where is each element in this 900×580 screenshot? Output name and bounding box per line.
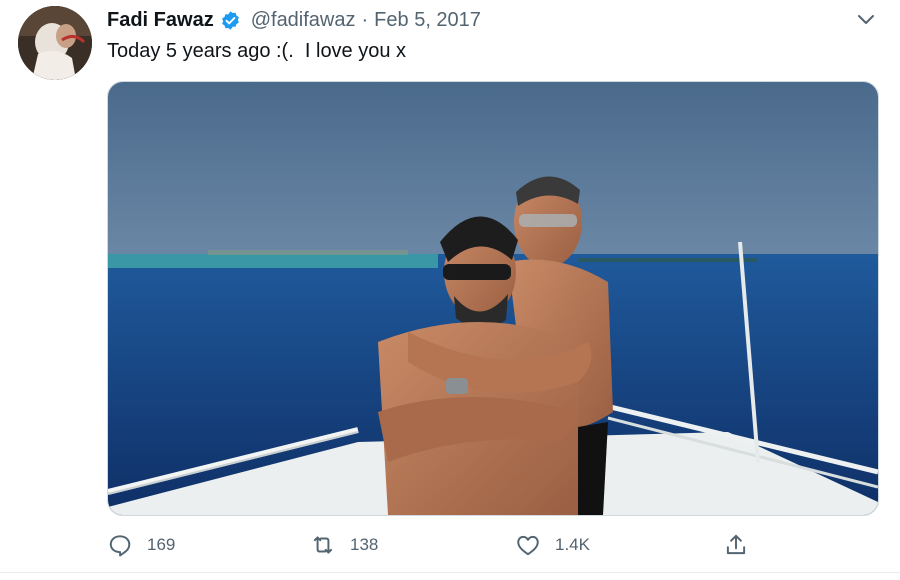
like-button[interactable]: 1.4K	[515, 528, 590, 562]
header-separator: ·	[361, 8, 369, 31]
tweet-actions: 169 138 1.4K	[107, 528, 877, 562]
retweet-button[interactable]: 138	[310, 528, 378, 562]
tweet-text: Today 5 years ago :(. I love you x	[107, 40, 407, 62]
avatar-photo	[18, 6, 92, 80]
reply-button[interactable]: 169	[107, 528, 175, 562]
author-name[interactable]: Fadi Fawaz	[107, 9, 214, 32]
tweet-header: Fadi Fawaz @fadifawaz · Feb 5, 2017	[107, 6, 481, 34]
share-icon	[726, 534, 746, 555]
tweet-timestamp[interactable]: Feb 5, 2017	[374, 9, 481, 32]
avatar[interactable]	[18, 6, 92, 80]
reply-icon	[109, 535, 131, 557]
heart-icon	[517, 535, 539, 556]
tweet-divider	[0, 572, 900, 573]
tweet-photo[interactable]	[107, 81, 879, 516]
chevron-down-icon[interactable]	[854, 9, 878, 31]
author-handle[interactable]: @fadifawaz	[251, 9, 356, 32]
retweet-icon	[313, 536, 333, 554]
photo-image	[108, 82, 878, 515]
share-button[interactable]	[723, 528, 749, 562]
verified-badge-icon	[220, 10, 241, 31]
retweet-count: 138	[350, 535, 379, 554]
tweet[interactable]: Fadi Fawaz @fadifawaz · Feb 5, 2017 Toda…	[0, 0, 900, 580]
like-count: 1.4K	[555, 535, 590, 554]
reply-count: 169	[147, 535, 176, 554]
